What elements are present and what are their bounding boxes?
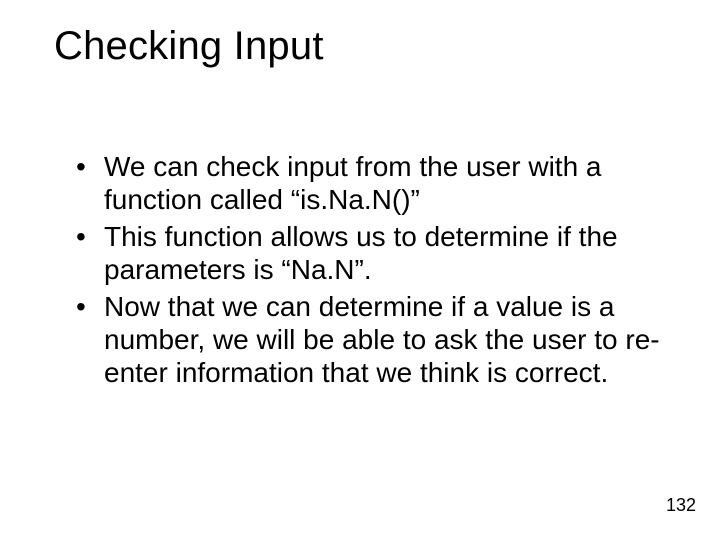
bullet-list: We can check input from the user with a … xyxy=(70,150,660,389)
slide-title: Checking Input xyxy=(54,24,324,69)
slide: Checking Input We can check input from t… xyxy=(0,0,720,540)
list-item: Now that we can determine if a value is … xyxy=(70,290,660,389)
list-item: This function allows us to determine if … xyxy=(70,220,660,286)
list-item: We can check input from the user with a … xyxy=(70,150,660,216)
page-number: 132 xyxy=(666,495,696,516)
bullet-text: This function allows us to determine if … xyxy=(104,221,618,285)
bullet-text: We can check input from the user with a … xyxy=(104,151,602,215)
bullet-text: Now that we can determine if a value is … xyxy=(104,291,660,388)
slide-body: We can check input from the user with a … xyxy=(70,150,660,393)
